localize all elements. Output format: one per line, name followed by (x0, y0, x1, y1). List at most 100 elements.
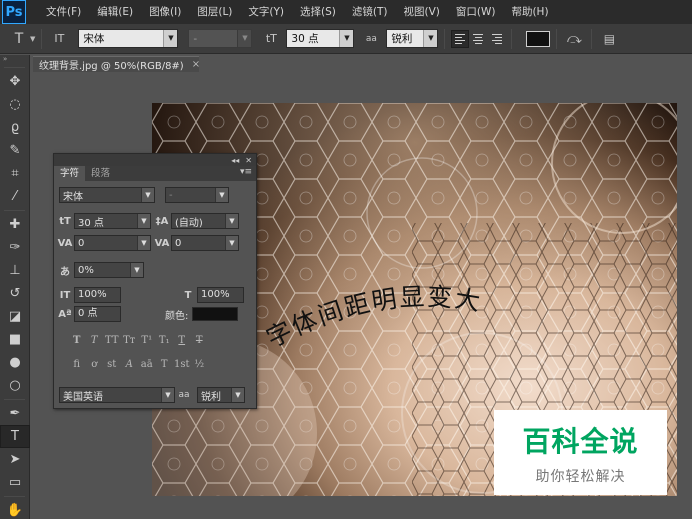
vertical-scale-icon: IT (59, 289, 71, 301)
chevron-down-icon: ▼ (423, 30, 438, 47)
type-style-row: T T TT Tт T¹ T₁ T T (68, 335, 208, 346)
cp-antialias-value: 锐利 (201, 391, 221, 403)
marquee-tool-icon[interactable]: ◌ (0, 93, 30, 116)
cp-font-size-select[interactable]: 30 点 ▼ (74, 213, 151, 229)
menu-window[interactable]: 窗口(W) (448, 0, 504, 24)
menu-filter[interactable]: 滤镜(T) (344, 0, 396, 24)
vertical-scale-input[interactable]: 100% (74, 287, 121, 303)
font-family-select[interactable]: 宋体 ▼ (78, 29, 179, 48)
eraser-tool-icon[interactable]: ◪ (0, 305, 30, 328)
type-tool-icon[interactable]: T (0, 425, 30, 448)
fractions-button[interactable]: ½ (191, 359, 209, 370)
antialias-icon: aa (178, 390, 190, 400)
all-caps-button[interactable]: TT (103, 335, 121, 346)
chevron-down-icon: ▼ (225, 214, 238, 228)
contextual-alternates-button[interactable]: ơ (86, 359, 104, 370)
menu-edit[interactable]: 编辑(E) (89, 0, 141, 24)
quick-select-tool-icon[interactable]: ✎ (0, 139, 30, 162)
watermark-title: 百科全说 (522, 424, 639, 458)
align-left-button[interactable] (451, 29, 470, 48)
path-select-tool-icon[interactable]: ➤ (0, 448, 30, 471)
type-tool-preset-icon[interactable]: T (8, 31, 30, 47)
collapse-icon[interactable]: » (0, 55, 29, 65)
baseline-shift-icon: Aª (58, 308, 72, 320)
history-brush-tool-icon[interactable]: ↺ (0, 282, 30, 305)
pen-tool-icon[interactable]: ✒ (0, 402, 30, 425)
underline-button[interactable]: T (173, 335, 191, 346)
align-right-button[interactable] (487, 30, 505, 48)
brush-tool-icon[interactable]: ✑ (0, 236, 30, 259)
chevron-down-icon: ▼ (231, 388, 244, 402)
leading-select[interactable]: (自动) ▼ (171, 213, 239, 229)
faux-bold-button[interactable]: T (68, 335, 86, 346)
discretionary-ligature-button[interactable]: st (103, 359, 121, 370)
text-color-swatch[interactable] (526, 30, 551, 47)
separator (444, 28, 446, 49)
chevron-down-icon: ▼ (137, 236, 150, 250)
cp-font-style-select[interactable]: - ▼ (165, 187, 229, 203)
stamp-tool-icon[interactable]: ⊥ (0, 259, 30, 282)
menu-select[interactable]: 选择(S) (292, 0, 344, 24)
warp-text-icon[interactable]: ⤼ (563, 31, 585, 47)
language-value: 美国英语 (63, 391, 103, 403)
document-tab[interactable]: 纹理背景.jpg @ 50%(RGB/8#) × (33, 56, 200, 72)
opentype-row: fi ơ st A aā T 1st ½ (68, 359, 208, 370)
chevron-down-icon: ▼ (237, 30, 252, 47)
separator (41, 28, 43, 49)
font-size-icon: tT (59, 215, 71, 227)
align-center-button[interactable] (469, 30, 487, 48)
swash-button[interactable]: A (121, 359, 139, 370)
small-caps-button[interactable]: Tт (121, 335, 139, 346)
close-icon[interactable]: × (192, 59, 200, 70)
preset-arrow-icon[interactable]: ▼ (30, 35, 35, 43)
panels-toggle-icon[interactable]: ▤ (598, 32, 620, 46)
menu-layer[interactable]: 图层(L) (189, 0, 240, 24)
hand-tool-icon[interactable]: ✋ (0, 499, 30, 519)
healing-brush-tool-icon[interactable]: ✚ (0, 213, 30, 236)
kerning-select[interactable]: 0 ▼ (74, 235, 151, 251)
collapse-panel-icon[interactable]: ◂◂ (231, 156, 239, 165)
menu-image[interactable]: 图像(I) (141, 0, 189, 24)
tab-character[interactable]: 字符 (54, 166, 86, 181)
language-select[interactable]: 美国英语 ▼ (59, 387, 175, 403)
close-panel-icon[interactable]: ✕ (245, 156, 252, 165)
tab-paragraph[interactable]: 段落 (85, 166, 116, 181)
tsume-select[interactable]: 0% ▼ (74, 262, 144, 278)
rectangle-tool-icon[interactable]: ▭ (0, 471, 30, 494)
kerning-icon: VA (57, 237, 73, 249)
menu-view[interactable]: 视图(V) (395, 0, 447, 24)
font-style-select[interactable]: - ▼ (188, 29, 253, 48)
menu-help[interactable]: 帮助(H) (503, 0, 556, 24)
baseline-shift-input[interactable]: 0 点 (74, 306, 121, 322)
superscript-button[interactable]: T¹ (138, 335, 156, 346)
watermark-subtitle: 助你轻松解决 (535, 468, 626, 485)
blur-tool-icon[interactable]: ● (0, 351, 30, 374)
strikethrough-button[interactable]: T (191, 335, 209, 346)
move-tool-icon[interactable]: ✥ (0, 70, 30, 93)
antialias-icon: aa (365, 33, 377, 44)
menu-file[interactable]: 文件(F) (38, 0, 89, 24)
gradient-tool-icon[interactable]: ■ (0, 328, 30, 351)
cp-antialias-select[interactable]: 锐利 ▼ (197, 387, 245, 403)
subscript-button[interactable]: T₁ (156, 335, 174, 346)
crop-tool-icon[interactable]: ⌗ (0, 162, 30, 185)
eyedropper-tool-icon[interactable]: ⁄ (0, 185, 30, 208)
antialias-select[interactable]: 锐利 ▼ (386, 29, 439, 48)
cp-font-family-select[interactable]: 宋体 ▼ (59, 187, 155, 203)
horizontal-scale-input[interactable]: 100% (197, 287, 244, 303)
chevron-down-icon: ▼ (215, 188, 228, 202)
cp-font-size-value: 30 点 (78, 217, 104, 229)
text-orientation-icon[interactable]: IT (48, 32, 70, 45)
panel-menu-icon[interactable]: ▾≡ (240, 167, 252, 177)
menu-type[interactable]: 文字(Y) (240, 0, 292, 24)
faux-italic-button[interactable]: T (86, 335, 104, 346)
tracking-select[interactable]: 0 ▼ (171, 235, 239, 251)
ordinals-button[interactable]: 1st (173, 359, 191, 370)
font-size-select[interactable]: 30 点 ▼ (286, 29, 355, 48)
lasso-tool-icon[interactable]: ϱ (0, 116, 30, 139)
text-color-swatch[interactable] (192, 307, 239, 321)
stylistic-alternates-button[interactable]: aā (138, 359, 156, 370)
titling-alternates-button[interactable]: T (156, 359, 174, 370)
dodge-tool-icon[interactable]: ○ (0, 374, 30, 397)
ligature-button[interactable]: fi (68, 359, 86, 370)
